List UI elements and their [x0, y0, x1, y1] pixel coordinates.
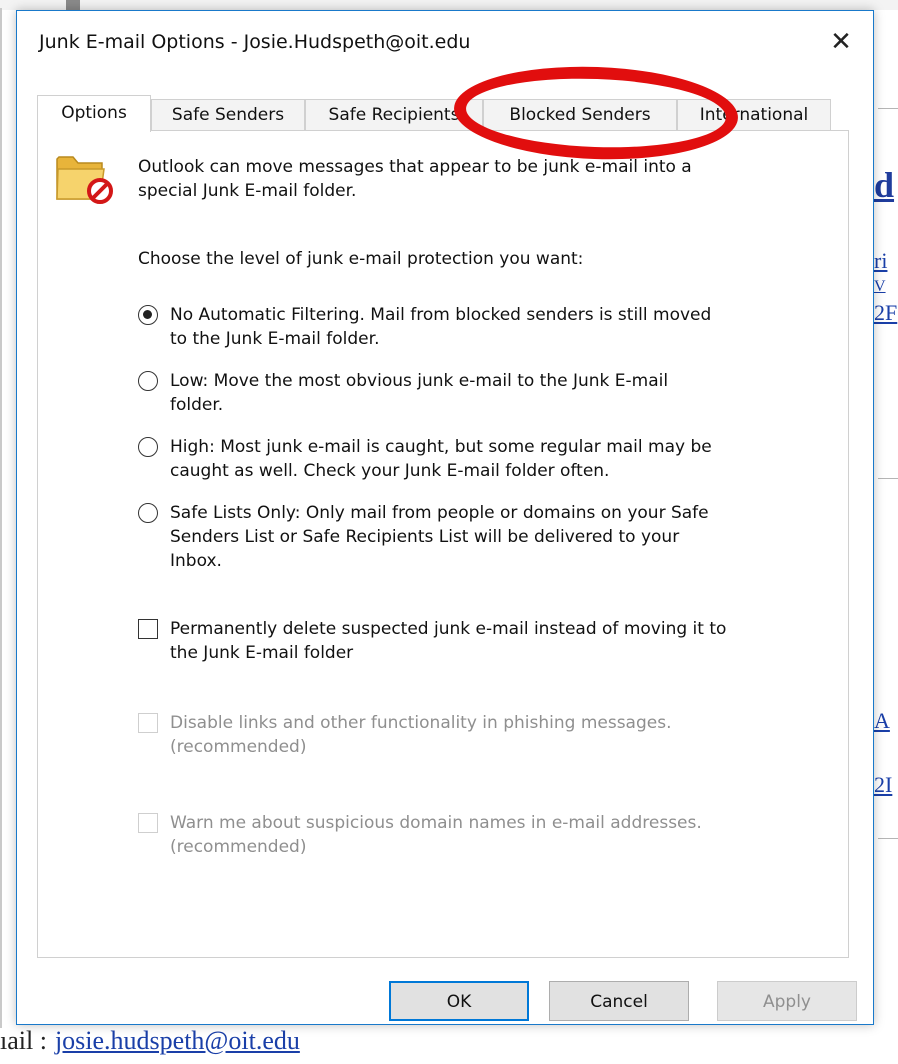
- tab-safe-senders[interactable]: Safe Senders: [151, 99, 305, 131]
- background-email-line: ıail : josie.hudspeth@oit.edu: [0, 1026, 300, 1056]
- warn-suspicious-domains-checkbox[interactable]: [138, 813, 158, 833]
- tab-international[interactable]: International: [677, 99, 831, 131]
- checkbox-label: the Junk E-mail folder: [170, 643, 354, 663]
- background-rule: [878, 838, 898, 839]
- checkbox-label: (recommended): [170, 837, 307, 857]
- cancel-button[interactable]: Cancel: [549, 981, 689, 1021]
- radio-label: Safe Lists Only: Only mail from people o…: [170, 503, 709, 523]
- radio-label: No Automatic Filtering. Mail from blocke…: [170, 305, 712, 325]
- junk-folder-icon: [56, 156, 113, 204]
- protection-level-prompt: Choose the level of junk e-mail protecti…: [138, 249, 584, 269]
- background-email-label: ıail :: [0, 1026, 47, 1055]
- checkbox-label: Warn me about suspicious domain names in…: [170, 813, 702, 833]
- radio-label: folder.: [170, 395, 224, 415]
- intro-text-line-1: Outlook can move messages that appear to…: [138, 157, 692, 177]
- radio-label: Inbox.: [170, 551, 222, 571]
- radio-no-automatic-filtering[interactable]: [138, 305, 158, 325]
- background-link-fragment[interactable]: V: [874, 278, 886, 296]
- intro-text-line-2: special Junk E-mail folder.: [138, 181, 357, 201]
- background-rule: [878, 108, 898, 109]
- background-toolbar-handle: [66, 0, 80, 10]
- background-link-fragment[interactable]: A: [874, 708, 890, 734]
- background-toolbar: [0, 0, 898, 10]
- background-link-fragment[interactable]: 2I: [874, 772, 892, 798]
- ok-button[interactable]: OK: [389, 981, 529, 1021]
- disable-links-checkbox[interactable]: [138, 713, 158, 733]
- apply-button[interactable]: Apply: [717, 981, 857, 1021]
- radio-label: Low: Move the most obvious junk e-mail t…: [170, 371, 669, 391]
- background-margin-line: [0, 8, 2, 1028]
- options-tab-panel: Outlook can move messages that appear to…: [37, 130, 849, 958]
- tab-safe-recipients[interactable]: Safe Recipients: [305, 99, 483, 131]
- checkbox-label: (recommended): [170, 737, 307, 757]
- background-link-fragment[interactable]: 2F: [874, 300, 897, 326]
- permanently-delete-checkbox[interactable]: [138, 619, 158, 639]
- radio-high[interactable]: [138, 437, 158, 457]
- junk-email-options-dialog: Junk E-mail Options - Josie.Hudspeth@oit…: [16, 10, 874, 1025]
- tab-options[interactable]: Options: [37, 95, 151, 132]
- radio-label: High: Most junk e-mail is caught, but so…: [170, 437, 712, 457]
- radio-safe-lists-only[interactable]: [138, 503, 158, 523]
- tab-blocked-senders[interactable]: Blocked Senders: [483, 99, 677, 131]
- checkbox-label: Permanently delete suspected junk e-mail…: [170, 619, 727, 639]
- dialog-titlebar[interactable]: Junk E-mail Options - Josie.Hudspeth@oit…: [17, 11, 873, 73]
- radio-label: caught as well. Check your Junk E-mail f…: [170, 461, 610, 481]
- background-heading-fragment: d: [874, 165, 895, 205]
- close-icon: ✕: [830, 27, 852, 57]
- background-email-link[interactable]: josie.hudspeth@oit.edu: [55, 1026, 300, 1055]
- background-link-fragment[interactable]: ri: [874, 248, 887, 274]
- radio-label: Senders List or Safe Recipients List wil…: [170, 527, 680, 547]
- radio-low[interactable]: [138, 371, 158, 391]
- radio-label: to the Junk E-mail folder.: [170, 329, 380, 349]
- background-rule: [878, 478, 898, 479]
- close-button[interactable]: ✕: [823, 25, 859, 59]
- checkbox-label: Disable links and other functionality in…: [170, 713, 672, 733]
- dialog-title: Junk E-mail Options - Josie.Hudspeth@oit…: [39, 31, 471, 53]
